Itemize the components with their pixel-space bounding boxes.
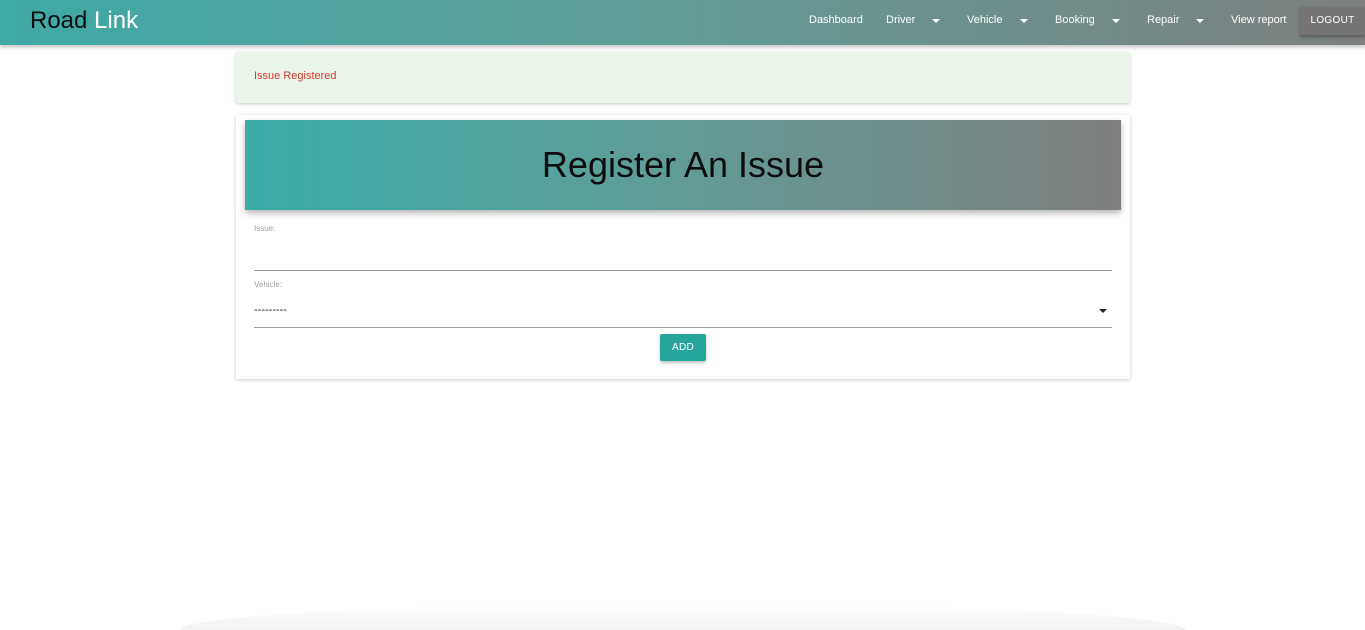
register-issue-form: Register An Issue Issue: Vehicle: ------… — [236, 115, 1130, 379]
nav-vehicle-label: Vehicle — [967, 14, 1003, 26]
nav-dashboard[interactable]: Dashboard — [809, 0, 863, 41]
brand-name-link: Link — [94, 7, 139, 34]
vehicle-select[interactable]: --------- — [254, 295, 1112, 328]
nav-booking-dropdown[interactable]: Booking — [1055, 0, 1095, 41]
issue-input[interactable] — [254, 246, 1112, 271]
caret-down-icon — [1196, 19, 1204, 23]
caret-down-icon — [1112, 19, 1120, 23]
nav-repair-dropdown[interactable]: Repair — [1147, 0, 1179, 41]
nav-booking-label: Booking — [1055, 14, 1095, 26]
nav-driver-dropdown[interactable]: Driver — [886, 0, 915, 41]
brand-logo[interactable]: Road Link — [30, 6, 138, 36]
nav-repair-label: Repair — [1147, 14, 1180, 26]
nav-driver-label: Driver — [886, 14, 916, 26]
success-alert: Issue Registered — [236, 52, 1130, 103]
vehicle-label: Vehicle: — [254, 280, 283, 289]
alert-message: Issue Registered — [254, 70, 337, 82]
add-button[interactable]: ADD — [660, 334, 706, 361]
caret-down-icon — [932, 19, 940, 23]
nav-view-report[interactable]: View report — [1231, 0, 1286, 41]
brand-name-road: Road — [30, 7, 88, 34]
page-title: Register An Issue — [541, 144, 825, 185]
logout-button[interactable]: LOGOUT — [1300, 7, 1365, 35]
nav-vehicle-dropdown[interactable]: Vehicle — [967, 0, 1002, 41]
top-navbar: Road Link Dashboard Driver Vehicle Booki… — [0, 0, 1365, 45]
issue-label: Issue: — [254, 224, 276, 233]
footer-shadow — [180, 604, 1185, 630]
vehicle-select-value: --------- — [254, 304, 287, 316]
caret-down-icon[interactable] — [1099, 309, 1107, 313]
caret-down-icon — [1020, 19, 1028, 23]
form-header: Register An Issue — [245, 120, 1121, 210]
